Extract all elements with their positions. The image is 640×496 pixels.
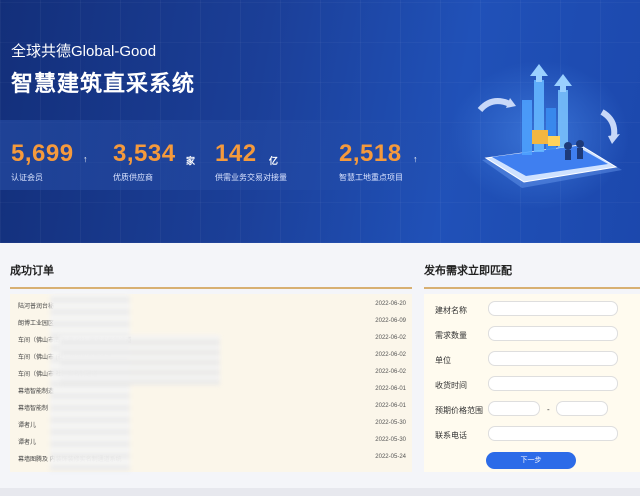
orders-title: 成功订单 xyxy=(10,265,54,277)
price-min-input[interactable] xyxy=(488,401,540,416)
unit-label: 单位 xyxy=(435,356,451,365)
order-date: 2022-05-30 xyxy=(375,437,406,443)
stat-transactions: 142 亿 供需业务交易对接量 xyxy=(215,140,287,183)
phone-label: 联系电话 xyxy=(435,431,467,440)
stat-unit: 家 xyxy=(186,156,196,166)
delivery-time-label: 收货时间 xyxy=(435,381,467,390)
delivery-time-input[interactable] xyxy=(488,376,618,391)
stat-label: 优质供应商 xyxy=(113,173,153,182)
next-button[interactable]: 下一步 xyxy=(486,452,576,469)
privacy-blur xyxy=(60,335,220,385)
orders-divider xyxy=(10,287,412,289)
material-name-label: 建材名称 xyxy=(435,306,467,315)
orders-panel: 成功订单 陆河普润台秘 2022-06-20 朗博工业园区 2022-06-09… xyxy=(10,262,412,472)
price-range-label: 预期价格范围 xyxy=(435,406,483,415)
up-arrow-icon: ↑ xyxy=(413,154,418,164)
stat-label: 供需业务交易对接量 xyxy=(215,173,287,182)
order-date: 2022-06-02 xyxy=(375,352,406,358)
stat-label: 智慧工地重点项目 xyxy=(339,173,403,182)
price-range-separator: - xyxy=(547,405,550,414)
hero-title: 智慧建筑直采系统 xyxy=(11,71,196,96)
order-date: 2022-05-24 xyxy=(375,454,406,460)
price-max-input[interactable] xyxy=(556,401,608,416)
stat-suppliers: 3,534 家 优质供应商 xyxy=(113,140,195,183)
order-date: 2022-06-20 xyxy=(375,301,406,307)
order-date: 2022-06-02 xyxy=(375,335,406,341)
quantity-input[interactable] xyxy=(488,326,618,341)
stat-projects: 2,518 ↑ 智慧工地重点项目 xyxy=(339,140,418,183)
stat-label: 认证会员 xyxy=(11,173,43,182)
stat-unit: 亿 xyxy=(269,156,279,166)
bottom-strip xyxy=(0,488,640,496)
order-date: 2022-06-02 xyxy=(375,369,406,375)
material-name-input[interactable] xyxy=(488,301,618,316)
order-date: 2022-06-09 xyxy=(375,318,406,324)
form-title: 发布需求立即匹配 xyxy=(424,265,512,277)
stat-value: 5,699 xyxy=(11,140,74,167)
stat-value: 3,534 xyxy=(113,140,176,167)
order-date: 2022-06-01 xyxy=(375,403,406,409)
form-body: 建材名称 需求数量 单位 收货时间 预期价格范围 - 联系电话 下一步 xyxy=(424,294,640,472)
stat-members: 5,699 ↑ 认证会员 xyxy=(11,140,88,183)
order-date: 2022-05-30 xyxy=(375,420,406,426)
stat-value: 2,518 xyxy=(339,140,402,167)
up-arrow-icon: ↑ xyxy=(83,154,88,164)
hero-subtitle: 全球共德Global-Good xyxy=(11,43,157,60)
quantity-label: 需求数量 xyxy=(435,331,467,340)
unit-input[interactable] xyxy=(488,351,618,366)
form-divider xyxy=(424,287,640,289)
smart-building-illustration xyxy=(477,64,622,188)
order-date: 2022-06-01 xyxy=(375,386,406,392)
demand-form: 发布需求立即匹配 建材名称 需求数量 单位 收货时间 预期价格范围 - 联系电话… xyxy=(424,262,640,472)
phone-input[interactable] xyxy=(488,426,618,441)
